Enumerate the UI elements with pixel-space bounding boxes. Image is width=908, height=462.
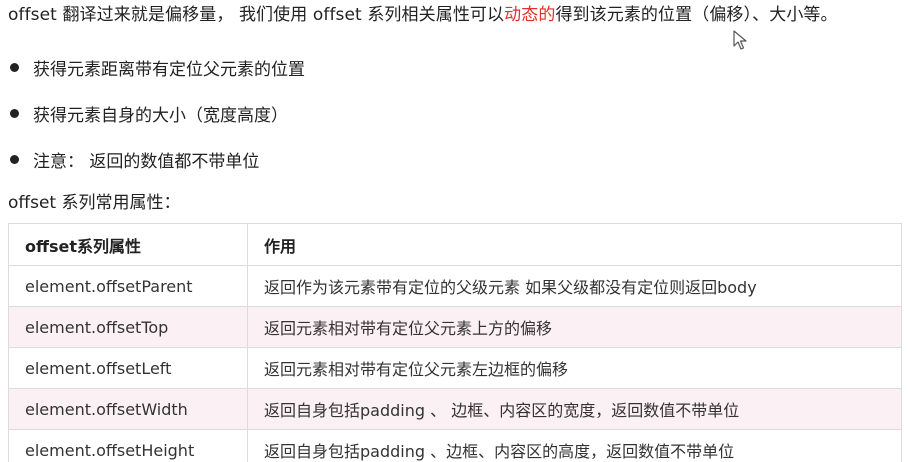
- table-row: element.offsetParent 返回作为该元素带有定位的父级元素 如果…: [8, 265, 902, 307]
- description-cell: 返回自身包括padding 、 边框、内容区的宽度，返回数值不带单位: [247, 388, 902, 430]
- table-row: element.offsetWidth 返回自身包括padding 、 边框、内…: [8, 388, 902, 430]
- bullet-dot-icon: [10, 108, 19, 118]
- description-cell: 返回元素相对带有定位父元素左边框的偏移: [247, 347, 902, 389]
- description-cell: 返回元素相对带有定位父元素上方的偏移: [247, 306, 902, 348]
- bullet-text: 获得元素距离带有定位父元素的位置: [33, 59, 305, 80]
- table-row: element.offsetLeft 返回元素相对带有定位父元素左边框的偏移: [8, 347, 902, 389]
- intro-paragraph: offset 翻译过来就是偏移量， 我们使用 offset 系列相关属性可以动态…: [8, 2, 838, 28]
- intro-text-after: 得到该元素的位置（偏移）、大小等。: [555, 5, 838, 25]
- bullet-dot-icon: [10, 62, 19, 72]
- section-title: offset 系列常用属性：: [8, 193, 181, 213]
- intro-text-before: offset 翻译过来就是偏移量， 我们使用 offset 系列相关属性可以: [8, 5, 505, 25]
- property-cell: element.offsetTop: [8, 306, 248, 348]
- document-page: offset 翻译过来就是偏移量， 我们使用 offset 系列相关属性可以动态…: [0, 0, 908, 462]
- property-cell: element.offsetLeft: [8, 347, 248, 389]
- property-cell: element.offsetParent: [8, 265, 248, 307]
- table-row: element.offsetTop 返回元素相对带有定位父元素上方的偏移: [8, 306, 902, 348]
- table-header-row: offset系列属性 作用: [8, 223, 902, 266]
- list-item: 获得元素距离带有定位父元素的位置: [10, 44, 305, 90]
- bullet-text: 获得元素自身的大小（宽度高度）: [33, 105, 288, 126]
- bullet-list: 获得元素距离带有定位父元素的位置 获得元素自身的大小（宽度高度） 注意： 返回的…: [10, 44, 305, 182]
- properties-table: offset系列属性 作用 element.offsetParent 返回作为该…: [8, 223, 902, 462]
- list-item: 注意： 返回的数值都不带单位: [10, 136, 305, 182]
- property-cell: element.offsetWidth: [8, 388, 248, 430]
- property-cell: element.offsetHeight: [8, 429, 248, 462]
- intro-highlight: 动态的: [504, 5, 556, 25]
- bullet-text: 注意： 返回的数值都不带单位: [33, 151, 260, 172]
- column-header-property: offset系列属性: [8, 223, 248, 266]
- offset-properties-table: offset系列属性 作用 element.offsetParent 返回作为该…: [8, 223, 902, 462]
- table-row: element.offsetHeight 返回自身包括padding 、边框、内…: [8, 429, 902, 462]
- column-header-function: 作用: [247, 223, 902, 266]
- bullet-dot-icon: [10, 154, 19, 164]
- list-item: 获得元素自身的大小（宽度高度）: [10, 90, 305, 136]
- description-cell: 返回自身包括padding 、边框、内容区的高度，返回数值不带单位: [247, 429, 902, 462]
- description-cell: 返回作为该元素带有定位的父级元素 如果父级都没有定位则返回body: [247, 265, 902, 307]
- mouse-pointer-icon: [733, 30, 747, 50]
